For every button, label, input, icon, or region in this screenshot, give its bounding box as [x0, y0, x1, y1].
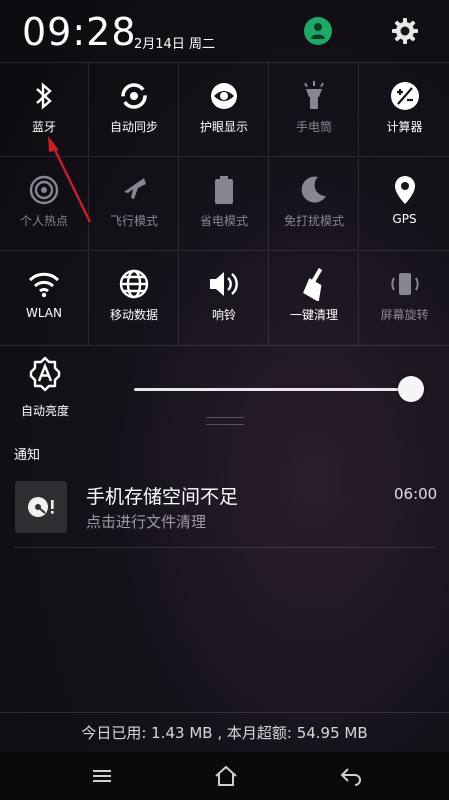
toggle-label: 蓝牙 [31, 120, 56, 134]
toggle-label: 免打扰模式 [283, 214, 344, 228]
notification-subtitle: 点击进行文件清理 [86, 513, 207, 531]
drag-handle[interactable] [206, 417, 244, 425]
toggle-power-saving[interactable]: 省电模式 [180, 157, 269, 251]
toggle-label: 移动数据 [109, 308, 158, 322]
toggle-mobile-data[interactable]: 移动数据 [90, 251, 179, 345]
airplane-icon [90, 173, 178, 207]
toggle-gps[interactable]: GPS [360, 157, 449, 251]
toggle-screen-rotate[interactable]: 屏幕旋转 [360, 251, 449, 345]
toggle-label: 省电模式 [199, 214, 248, 228]
speaker-icon [180, 267, 268, 301]
toggle-label: 响铃 [211, 308, 236, 322]
sync-icon [90, 79, 178, 113]
data-usage-summary[interactable]: 今日已用: 1.43 MB , 本月超额: 54.95 MB [0, 712, 449, 753]
bluetooth-icon [0, 79, 88, 113]
toggle-label: 飞行模式 [109, 214, 158, 228]
navigation-bar [0, 752, 449, 800]
calculator-icon [360, 79, 449, 113]
toggle-label: 护眼显示 [199, 120, 248, 134]
battery-icon [180, 173, 268, 207]
toggle-do-not-disturb[interactable]: 免打扰模式 [270, 157, 359, 251]
toggle-wlan[interactable]: WLAN [0, 251, 89, 345]
toggle-label: 手电筒 [295, 120, 332, 134]
user-account-icon[interactable] [304, 17, 332, 45]
toggle-label: 自动同步 [109, 120, 158, 134]
quick-toggle-grid: 蓝牙 自动同步 护眼显示 手电筒 计算器 个人热点 飞行模式 省电模式 免打扰模… [0, 62, 449, 346]
toggle-label: 计算器 [386, 120, 423, 134]
hotspot-icon [0, 173, 88, 207]
notifications-header: 通知 [14, 448, 41, 463]
back-icon[interactable] [337, 764, 365, 788]
notification-time: 06:00 [394, 485, 438, 503]
toggle-ringer[interactable]: 响铃 [180, 251, 269, 345]
wifi-icon [0, 267, 88, 301]
toggle-label: 屏幕旋转 [380, 308, 429, 322]
toggle-one-key-clean[interactable]: 一键清理 [270, 251, 359, 345]
toggle-label: 一键清理 [289, 308, 338, 322]
toggle-label: WLAN [25, 306, 62, 320]
brightness-slider-track[interactable] [134, 388, 411, 391]
quick-settings-header: 09:28 2月14日 周二 [0, 0, 449, 62]
toggle-bluetooth[interactable]: 蓝牙 [0, 63, 89, 157]
brightness-slider-thumb[interactable] [398, 376, 424, 402]
toggle-label: GPS [392, 212, 417, 226]
settings-gear-icon[interactable] [389, 15, 421, 47]
rotate-screen-icon [360, 267, 449, 301]
menu-icon[interactable] [88, 764, 116, 788]
date-label: 2月14日 周二 [134, 37, 215, 52]
eye-icon [180, 79, 268, 113]
clock-time: 09:28 [22, 10, 137, 54]
notification-title: 手机存储空间不足 [86, 486, 239, 508]
toggle-hotspot[interactable]: 个人热点 [0, 157, 89, 251]
location-pin-icon [360, 173, 449, 207]
toggle-auto-sync[interactable]: 自动同步 [90, 63, 179, 157]
toggle-airplane[interactable]: 飞行模式 [90, 157, 179, 251]
divider [14, 547, 436, 548]
moon-icon [270, 173, 358, 207]
flashlight-icon [270, 79, 358, 113]
auto-brightness-label: 自动亮度 [20, 404, 69, 418]
toggle-eye-care[interactable]: 护眼显示 [180, 63, 269, 157]
toggle-label: 个人热点 [19, 214, 68, 228]
auto-brightness-icon[interactable] [27, 356, 63, 392]
broom-icon [270, 267, 358, 301]
storage-warning-icon [15, 481, 67, 533]
toggle-calculator[interactable]: 计算器 [360, 63, 449, 157]
toggle-flashlight[interactable]: 手电筒 [270, 63, 359, 157]
globe-icon [90, 267, 178, 301]
home-icon[interactable] [212, 764, 240, 788]
